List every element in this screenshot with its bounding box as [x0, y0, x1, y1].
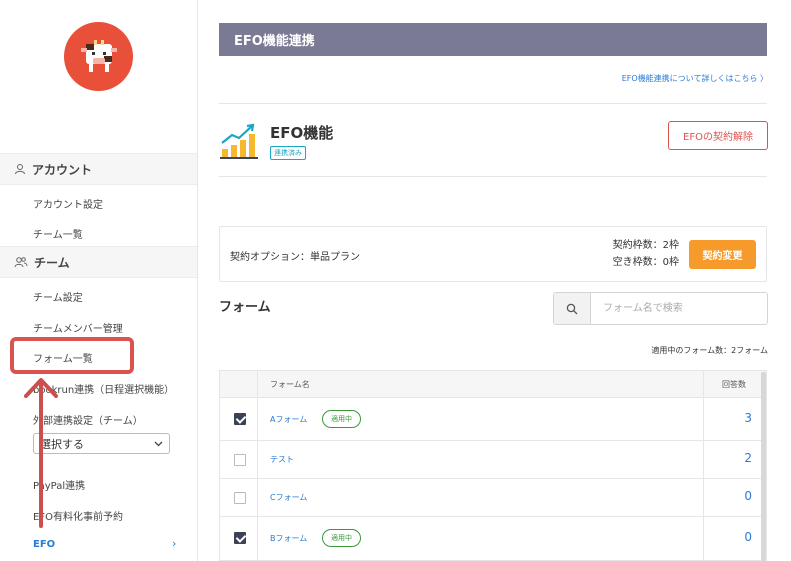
applied-form-count: 適用中のフォーム数：2フォーム: [651, 346, 768, 355]
column-divider: [703, 517, 704, 560]
column-header-name: フォーム名: [270, 380, 310, 389]
arrow-up-icon: [24, 378, 58, 528]
row-checkbox[interactable]: [234, 492, 246, 504]
column-divider: [703, 441, 704, 478]
column-divider: [703, 398, 704, 440]
sidebar-item-team-list[interactable]: チーム一覧: [33, 226, 83, 241]
sidebar-item-account-settings[interactable]: アカウント設定: [33, 196, 103, 211]
account-section-header: アカウント: [0, 153, 197, 185]
sidebar-item-efo[interactable]: EFO: [33, 539, 55, 550]
contract-counts: 契約枠数：2枠 空き枠数：0枠: [613, 237, 679, 271]
contract-option-label: 契約オプション：単品プラン: [230, 252, 360, 263]
form-search: [553, 292, 768, 325]
response-count[interactable]: 0: [744, 530, 752, 544]
form-name-link[interactable]: Bフォーム: [270, 533, 307, 544]
contract-slots: 契約枠数：2枠: [612, 240, 679, 251]
search-input[interactable]: [591, 293, 767, 324]
chevron-right-icon: 〉: [760, 74, 768, 83]
page-title: EFO機能連携: [234, 34, 315, 49]
chevron-down-icon: [154, 441, 163, 446]
sidebar-item-team-settings[interactable]: チーム設定: [33, 289, 83, 304]
table-scrollbar[interactable]: [761, 372, 766, 561]
table-row: Bフォーム 適用中 0: [220, 517, 766, 560]
team-section-label: チーム: [34, 255, 70, 270]
row-checkbox[interactable]: [234, 413, 246, 425]
column-divider: [257, 479, 258, 516]
column-divider: [257, 398, 258, 440]
forms-table: フォーム名 回答数 Aフォーム 適用中 3 テスト 2 Cフォーム 0 Bフォー…: [219, 370, 767, 561]
details-link-text: EFO機能連携について詳しくはこちら: [621, 74, 758, 83]
page-title-bar: EFO機能連携: [219, 23, 767, 56]
user-icon: [15, 164, 25, 175]
contract-free-slots: 空き枠数：0枠: [612, 257, 679, 268]
divider: [219, 103, 767, 104]
table-header: フォーム名 回答数: [220, 371, 766, 398]
sidebar: アカウント アカウント設定 チーム一覧 チーム チーム設定 チームメンバー管理 …: [0, 0, 198, 561]
cow-logo-icon[interactable]: [64, 22, 133, 91]
form-name-link[interactable]: Cフォーム: [270, 492, 307, 503]
column-divider: [703, 479, 704, 516]
row-checkbox[interactable]: [234, 454, 246, 466]
chart-growth-icon: [220, 123, 258, 159]
response-count[interactable]: 2: [744, 451, 752, 465]
column-divider: [257, 517, 258, 560]
efo-details-link[interactable]: EFO機能連携について詳しくはこちら 〉: [622, 73, 768, 84]
column-divider: [703, 371, 704, 397]
column-header-count: 回答数: [722, 380, 746, 389]
form-name-link[interactable]: Aフォーム: [270, 414, 307, 425]
applied-badge: 適用中: [322, 410, 361, 428]
search-button[interactable]: [554, 293, 591, 324]
row-checkbox[interactable]: [234, 532, 246, 544]
response-count[interactable]: 0: [744, 489, 752, 503]
form-name-link[interactable]: テスト: [270, 454, 294, 465]
status-badge: 連携済み: [270, 146, 306, 160]
forms-heading: フォーム: [219, 300, 271, 315]
table-row: Cフォーム 0: [220, 479, 766, 517]
search-icon: [566, 303, 578, 314]
chevron-right-icon: ›: [172, 537, 177, 550]
column-divider: [257, 441, 258, 478]
users-icon: [14, 257, 28, 268]
contract-change-button[interactable]: 契約変更: [689, 240, 756, 269]
applied-badge: 適用中: [322, 529, 361, 547]
contract-panel: 契約オプション：単品プラン 契約枠数：2枠 空き枠数：0枠 契約変更: [219, 226, 767, 282]
efo-title: EFO機能: [270, 124, 334, 142]
divider: [219, 176, 767, 177]
response-count[interactable]: 3: [744, 411, 752, 425]
account-section-label: アカウント: [32, 162, 93, 177]
sidebar-item-team-members[interactable]: チームメンバー管理: [33, 320, 123, 335]
main-content: EFO機能連携 EFO機能連携について詳しくはこちら 〉 EFO機能 連携済み …: [198, 0, 791, 561]
efo-cancel-button[interactable]: EFOの契約解除: [668, 121, 768, 150]
table-row: テスト 2: [220, 441, 766, 479]
table-row: Aフォーム 適用中 3: [220, 398, 766, 441]
column-divider: [257, 371, 258, 397]
team-section-header: チーム: [0, 246, 197, 278]
highlight-annotation: [10, 337, 134, 374]
